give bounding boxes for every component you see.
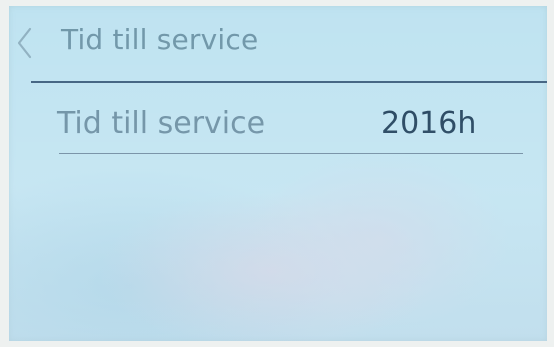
- list-item-service-time[interactable]: Tid till service 2016h: [9, 96, 547, 156]
- page-title: Tid till service: [61, 23, 259, 56]
- chevron-left-icon[interactable]: [15, 26, 35, 60]
- row-divider: [59, 153, 523, 154]
- header-divider: [31, 81, 547, 83]
- service-time-value: 2016h: [381, 106, 477, 141]
- display-screen: Tid till service Tid till service 2016h: [9, 6, 547, 341]
- service-time-label: Tid till service: [57, 106, 266, 141]
- header: Tid till service: [9, 6, 547, 84]
